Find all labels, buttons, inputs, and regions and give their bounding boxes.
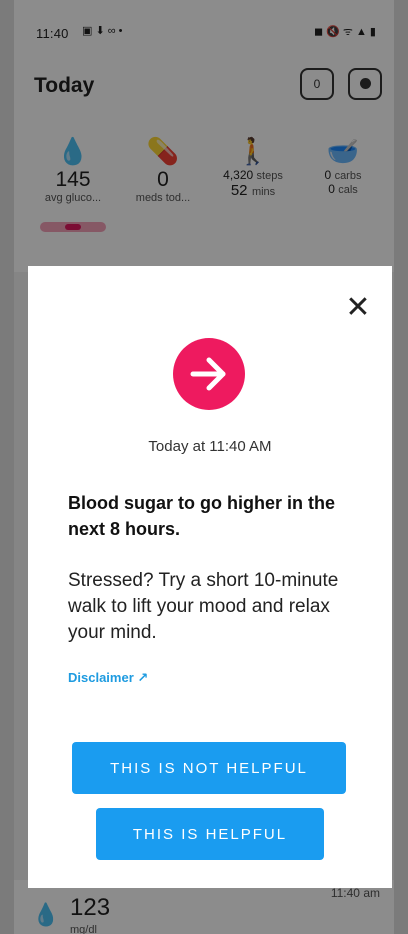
insight-body: Stressed? Try a short 10-minute walk to … bbox=[68, 570, 339, 643]
arrow-right-icon bbox=[173, 338, 245, 410]
close-button[interactable]: ✕ bbox=[340, 290, 376, 326]
close-icon: ✕ bbox=[345, 291, 371, 324]
insight-dialog: ✕ Today at 11:40 AM Blood sugar to go hi… bbox=[28, 266, 392, 888]
not-helpful-button[interactable]: THIS IS NOT HELPFUL bbox=[72, 742, 346, 794]
phone-screen: 11:40 ▣ ⬇ ∞ • ◼ 🔇 ᯤ ▲ ▮ Today 0 💧 145 av… bbox=[14, 0, 394, 934]
insight-timestamp: Today at 11:40 AM bbox=[148, 438, 272, 455]
insight-headline: Blood sugar to go higher in the next 8 h… bbox=[68, 493, 335, 539]
helpful-button[interactable]: THIS IS HELPFUL bbox=[96, 808, 324, 860]
disclaimer-link[interactable]: Disclaimer ↗ bbox=[68, 670, 148, 686]
